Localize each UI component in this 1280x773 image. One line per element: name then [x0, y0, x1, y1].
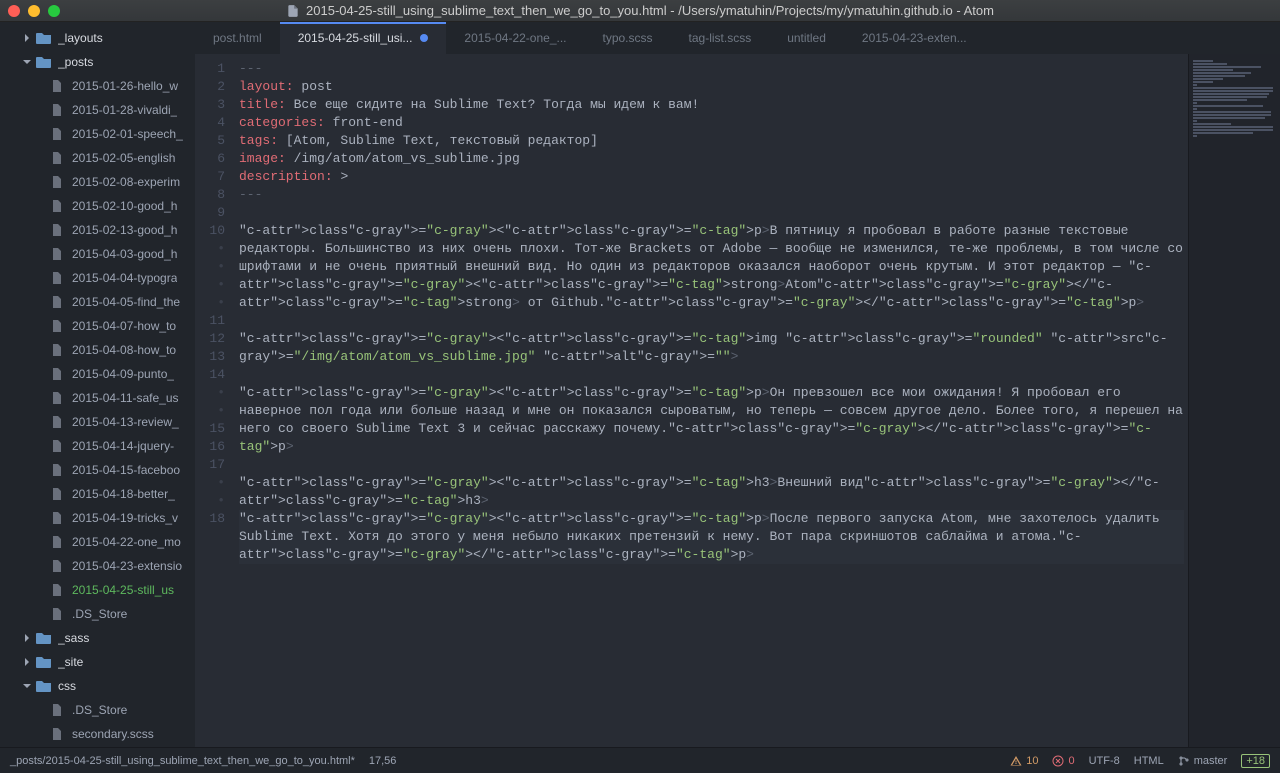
chevron-right-icon	[22, 33, 32, 43]
file-icon	[50, 79, 66, 93]
close-icon[interactable]	[8, 5, 20, 17]
status-cursor[interactable]: 17,56	[369, 755, 397, 767]
file-icon	[50, 319, 66, 333]
minimize-icon[interactable]	[28, 5, 40, 17]
file-icon	[50, 127, 66, 141]
tree-file[interactable]: 2015-04-04-typogra	[0, 266, 195, 290]
file-icon	[50, 223, 66, 237]
file-icon	[50, 271, 66, 285]
folder-layouts[interactable]: _layouts	[0, 26, 195, 50]
status-grammar[interactable]: HTML	[1134, 755, 1164, 767]
chevron-down-icon	[22, 681, 32, 691]
tree-file[interactable]: 2015-01-28-vivaldi_	[0, 98, 195, 122]
folder-sass[interactable]: _sass	[0, 626, 195, 650]
tree-file[interactable]: 2015-04-09-punto_	[0, 362, 195, 386]
tree-file[interactable]: 2015-04-25-still_us	[0, 578, 195, 602]
folder-icon	[36, 31, 52, 45]
tree-file[interactable]: 2015-04-05-find_the	[0, 290, 195, 314]
status-bar: _posts/2015-04-25-still_using_sublime_te…	[0, 747, 1280, 773]
tree-file[interactable]: 2015-04-22-one_mo	[0, 530, 195, 554]
file-icon	[50, 391, 66, 405]
code-area[interactable]: ---layout: posttitle: Все еще сидите на …	[233, 54, 1188, 747]
tree-file[interactable]: 2015-02-08-experim	[0, 170, 195, 194]
file-icon	[50, 151, 66, 165]
folder-css[interactable]: css	[0, 674, 195, 698]
folder-posts[interactable]: _posts	[0, 50, 195, 74]
folder-icon	[36, 655, 52, 669]
file-icon	[50, 559, 66, 573]
tab[interactable]: tag-list.scss	[671, 22, 770, 54]
file-icon	[50, 175, 66, 189]
status-filepath[interactable]: _posts/2015-04-25-still_using_sublime_te…	[10, 755, 355, 767]
tree-file[interactable]: 2015-04-13-review_	[0, 410, 195, 434]
project-tree[interactable]: _layouts _posts 2015-01-26-hello_w2015-0…	[0, 22, 195, 747]
file-icon	[50, 343, 66, 357]
tree-file[interactable]: 2015-04-19-tricks_v	[0, 506, 195, 530]
tree-file[interactable]: secondary.scss	[0, 722, 195, 746]
folder-site[interactable]: _site	[0, 650, 195, 674]
titlebar: 2015-04-25-still_using_sublime_text_then…	[0, 0, 1280, 22]
tree-file[interactable]: 2015-04-18-better_	[0, 482, 195, 506]
folder-icon	[36, 55, 52, 69]
tree-file[interactable]: 2015-02-01-speech_	[0, 122, 195, 146]
maximize-icon[interactable]	[48, 5, 60, 17]
status-errors[interactable]: 0	[1052, 755, 1074, 767]
tree-file[interactable]: 2015-04-23-extensio	[0, 554, 195, 578]
tree-file[interactable]: 2015-04-15-faceboo	[0, 458, 195, 482]
tree-file[interactable]: 2015-02-10-good_h	[0, 194, 195, 218]
tree-file[interactable]: 2015-04-08-how_to	[0, 338, 195, 362]
tree-file[interactable]: 2015-02-05-english	[0, 146, 195, 170]
file-icon	[50, 703, 66, 717]
tab[interactable]: untitled	[769, 22, 844, 54]
file-icon	[50, 727, 66, 741]
window-controls[interactable]	[8, 5, 60, 17]
tab[interactable]: 2015-04-25-still_usi...	[280, 22, 447, 54]
file-icon	[50, 463, 66, 477]
file-icon	[50, 535, 66, 549]
chevron-down-icon	[22, 57, 32, 67]
chevron-right-icon	[22, 633, 32, 643]
file-icon	[50, 487, 66, 501]
tree-file[interactable]: 2015-04-11-safe_us	[0, 386, 195, 410]
tree-file[interactable]: 2015-04-14-jquery-	[0, 434, 195, 458]
tab[interactable]: typo.scss	[585, 22, 671, 54]
chevron-right-icon	[22, 657, 32, 667]
file-icon	[50, 367, 66, 381]
tab[interactable]: 2015-04-22-one_...	[446, 22, 584, 54]
gutter: 12345678910••••11121314••151617••18	[195, 54, 233, 747]
tab[interactable]: post.html	[195, 22, 280, 54]
status-branch[interactable]: master	[1178, 755, 1228, 767]
tab-bar[interactable]: post.html2015-04-25-still_usi...2015-04-…	[195, 22, 1280, 54]
status-encoding[interactable]: UTF-8	[1089, 755, 1120, 767]
folder-icon	[36, 631, 52, 645]
file-icon	[50, 607, 66, 621]
window-title: 2015-04-25-still_using_sublime_text_then…	[306, 3, 994, 18]
file-icon	[286, 4, 300, 18]
tree-file[interactable]: .DS_Store	[0, 602, 195, 626]
tree-file[interactable]: .DS_Store	[0, 698, 195, 722]
file-icon	[50, 247, 66, 261]
file-icon	[50, 439, 66, 453]
status-warnings[interactable]: 10	[1010, 755, 1038, 767]
tab[interactable]: 2015-04-23-exten...	[844, 22, 985, 54]
tree-file[interactable]: 2015-02-13-good_h	[0, 218, 195, 242]
tree-file[interactable]: 2015-01-26-hello_w	[0, 74, 195, 98]
status-git-diff[interactable]: +18	[1241, 754, 1270, 768]
tree-file[interactable]: 2015-04-07-how_to	[0, 314, 195, 338]
minimap[interactable]	[1188, 54, 1280, 747]
folder-icon	[36, 679, 52, 693]
editor[interactable]: 12345678910••••11121314••151617••18 ---l…	[195, 54, 1280, 747]
tree-file[interactable]: 2015-04-03-good_h	[0, 242, 195, 266]
file-icon	[50, 103, 66, 117]
file-icon	[50, 583, 66, 597]
modified-icon	[420, 34, 428, 42]
file-icon	[50, 511, 66, 525]
file-icon	[50, 199, 66, 213]
file-icon	[50, 415, 66, 429]
file-icon	[50, 295, 66, 309]
